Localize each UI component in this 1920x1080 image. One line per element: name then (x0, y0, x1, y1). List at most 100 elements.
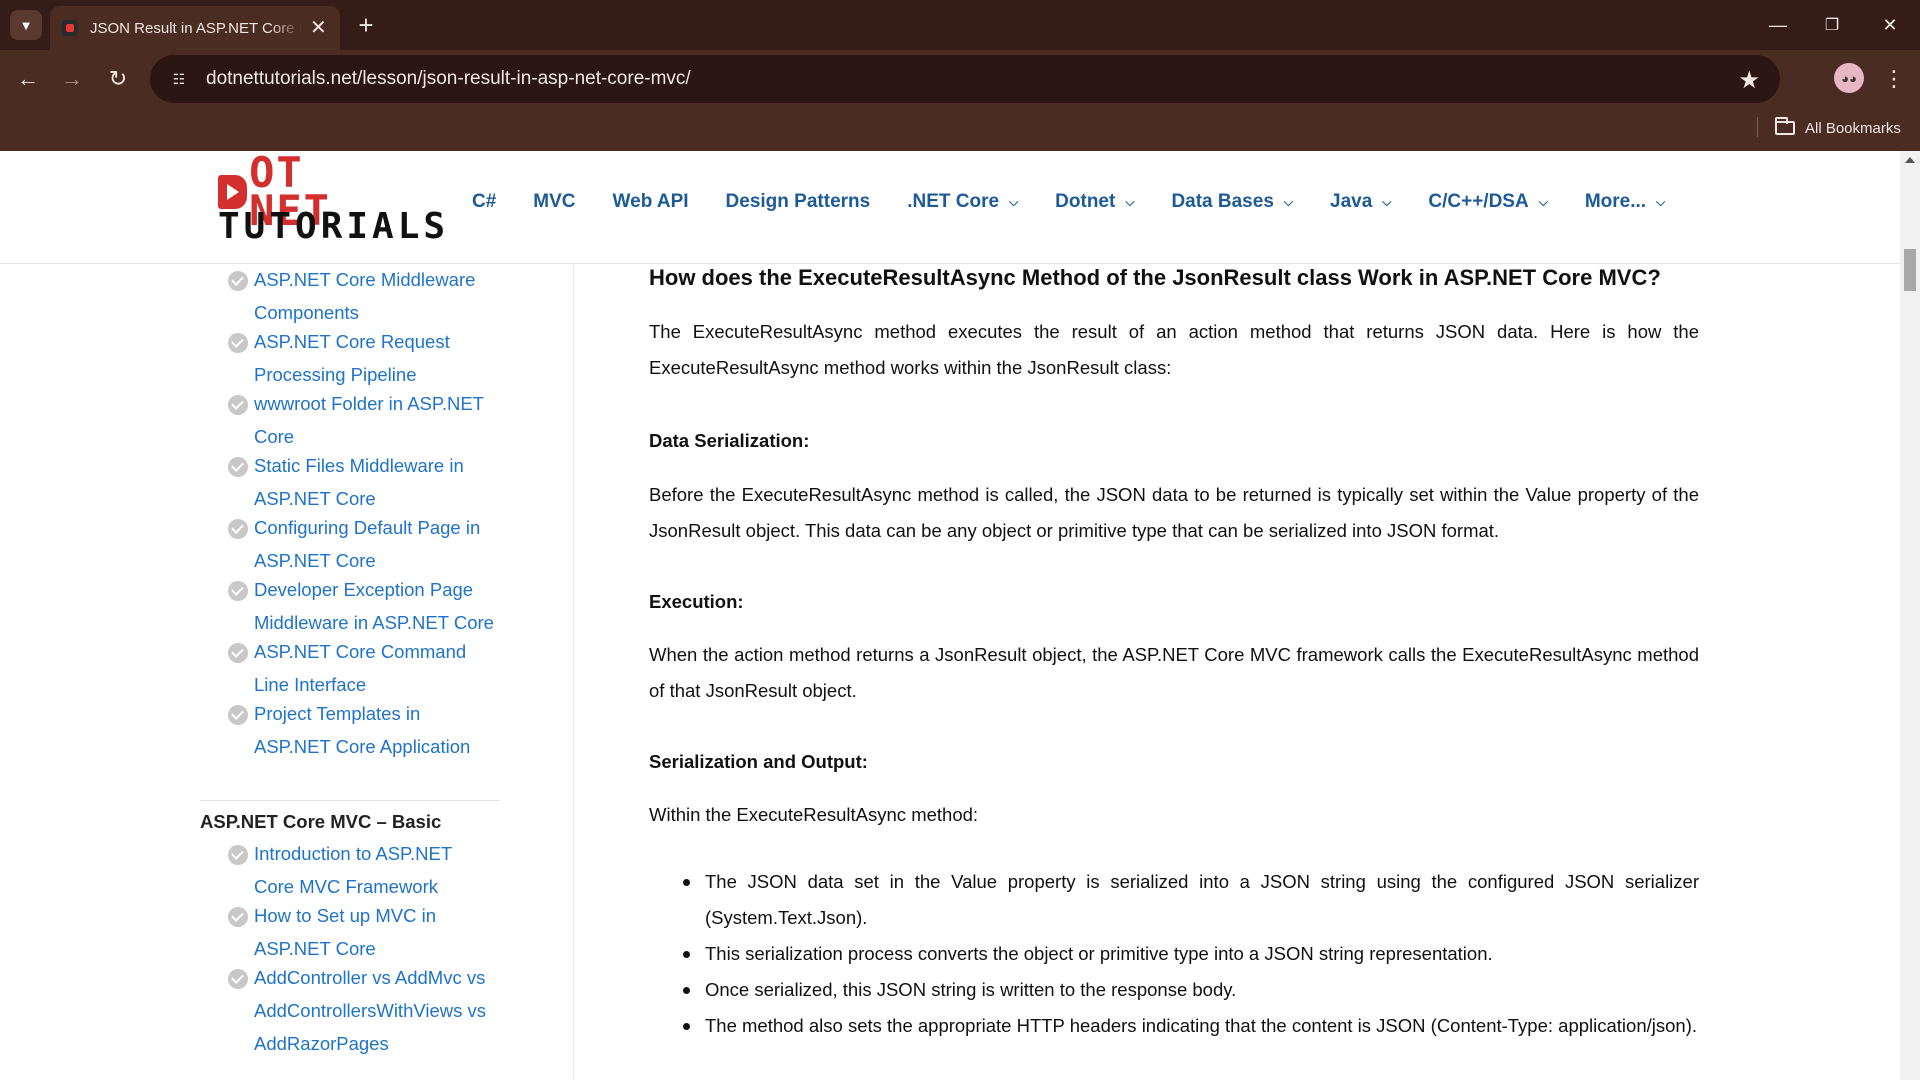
section-text-serialization-output: Within the ExecuteResultAsync method: (649, 804, 979, 825)
nav-design-patterns[interactable]: Design Patterns (726, 191, 871, 213)
browser-menu-icon[interactable]: ⋮ (1880, 63, 1908, 95)
sidebar-item[interactable]: How to Set up MVC in ASP.NET Core (228, 903, 500, 965)
bullet-list: The JSON data set in the Value property … (683, 864, 1699, 1044)
url-text[interactable]: dotnettutorials.net/lesson/json-result-i… (206, 68, 691, 90)
sidebar-item[interactable]: Project Templates in ASP.NET Core Applica… (228, 701, 500, 763)
nav-dotnet-core[interactable]: .NET Core ⌵ (907, 191, 1018, 213)
sidebar-section-heading: ASP.NET Core MVC – Basic (200, 811, 442, 832)
all-bookmarks-button[interactable]: All Bookmarks (1775, 117, 1901, 139)
check-circle-icon (228, 969, 248, 989)
tab-search-chevron-icon[interactable]: ▼ (10, 10, 42, 40)
chevron-down-icon: ⌵ (1009, 194, 1019, 209)
list-item: The JSON data set in the Value property … (683, 864, 1699, 936)
forward-arrow-icon[interactable]: → (56, 63, 88, 95)
section-title-serialization-output: Serialization and Output: (649, 751, 868, 772)
check-circle-icon (228, 705, 248, 725)
sidebar-link: wwwroot Folder in ASP.NET Core (254, 393, 484, 447)
check-circle-icon (228, 581, 248, 601)
sidebar-link: ASP.NET Core Middleware Components (254, 269, 476, 323)
check-circle-icon (228, 643, 248, 663)
sidebar-link: Configuring Default Page in ASP.NET Core (254, 517, 481, 571)
nav-mvc[interactable]: MVC (533, 191, 575, 213)
nav-csharp[interactable]: C# (472, 191, 496, 213)
lesson-sidebar: ASP.NET Core Middleware Components ASP.NE… (0, 264, 574, 1080)
check-circle-icon (228, 333, 248, 353)
check-circle-icon (228, 395, 248, 415)
section-text-execution: When the action method returns a JsonRes… (649, 644, 1699, 701)
sidebar-link: ASP.NET Core Command Line Interface (254, 641, 467, 695)
page-scrollbar[interactable] (1900, 151, 1920, 1080)
check-circle-icon (228, 457, 248, 477)
tab-title: JSON Result in ASP.NET Core MVC (90, 19, 302, 37)
sidebar-item[interactable]: Introduction to ASP.NET Core MVC Framewor… (228, 841, 500, 903)
back-arrow-icon[interactable]: ← (12, 63, 44, 95)
sidebar-link: ASP.NET Core Request Processing Pipeline (254, 331, 450, 385)
sidebar-link: Static Files Middleware in ASP.NET Core (254, 455, 464, 509)
browser-toolbar: ← → ↻ ☷ dotnettutorials.net/lesson/json-… (0, 50, 1920, 108)
profile-avatar[interactable]: ◕◕ (1834, 63, 1864, 93)
sidebar-item[interactable]: ASP.NET Core Middleware Components (228, 267, 500, 329)
nav-data-bases[interactable]: Data Bases ⌵ (1171, 191, 1293, 213)
logo-d-play-icon (218, 175, 248, 209)
check-circle-icon (228, 907, 248, 927)
site-logo[interactable]: OT NET TUTORIALS (218, 152, 450, 247)
sidebar-list-bottom: Introduction to ASP.NET Core MVC Framewor… (228, 841, 500, 1060)
site-info-tune-icon[interactable]: ☷ (168, 68, 190, 90)
chevron-down-icon: ⌵ (1538, 194, 1548, 209)
section-title-execution: Execution: (649, 591, 744, 612)
list-item: The method also sets the appropriate HTT… (683, 1008, 1699, 1044)
reload-icon[interactable]: ↻ (102, 63, 134, 95)
chevron-down-icon: ⌵ (1656, 194, 1666, 209)
new-tab-plus-icon[interactable]: + (352, 10, 380, 40)
scroll-thumb[interactable] (1904, 249, 1916, 291)
scroll-up-arrow-icon[interactable] (1905, 157, 1915, 163)
sidebar-list-top: ASP.NET Core Middleware Components ASP.NE… (228, 267, 500, 763)
bookmarks-bar: All Bookmarks (0, 108, 1920, 151)
main-nav: C# MVC Web API Design Patterns .NET Core… (472, 191, 1702, 213)
section-title-data-serialization: Data Serialization: (649, 430, 810, 451)
sidebar-item[interactable]: ASP.NET Core Command Line Interface (228, 639, 500, 701)
chevron-down-icon: ⌵ (1382, 194, 1392, 209)
browser-tab-active[interactable]: JSON Result in ASP.NET Core MVC ✕ (50, 6, 340, 50)
window-close-icon[interactable]: ✕ (1866, 8, 1914, 42)
sidebar-item[interactable]: wwwroot Folder in ASP.NET Core (228, 391, 500, 453)
article-heading: How does the ExecuteResultAsync Method o… (649, 265, 1661, 290)
sidebar-item[interactable]: Configuring Default Page in ASP.NET Core (228, 515, 500, 577)
nav-c-cpp-dsa[interactable]: C/C++/DSA ⌵ (1428, 191, 1547, 213)
check-circle-icon (228, 519, 248, 539)
nav-more[interactable]: More... ⌵ (1585, 191, 1665, 213)
nav-java[interactable]: Java ⌵ (1330, 191, 1391, 213)
nav-dotnet[interactable]: Dotnet ⌵ (1055, 191, 1134, 213)
browser-chrome: ▼ JSON Result in ASP.NET Core MVC ✕ + — … (0, 0, 1920, 151)
restore-icon[interactable]: ❐ (1808, 8, 1856, 42)
bookmark-star-icon[interactable]: ★ (1738, 66, 1760, 95)
minimize-icon[interactable]: — (1754, 8, 1802, 42)
folder-icon (1775, 117, 1795, 135)
sidebar-link: How to Set up MVC in ASP.NET Core (254, 905, 436, 959)
site-header: OT NET TUTORIALS C# MVC Web API Design P… (0, 151, 1900, 264)
logo-line2: TUTORIALS (218, 206, 450, 247)
list-item: This serialization process converts the … (683, 936, 1699, 972)
list-item: Once serialized, this JSON string is wri… (683, 972, 1699, 1008)
sidebar-link: AddController vs AddMvc vs AddControllers… (254, 967, 487, 1054)
section-text-data-serialization: Before the ExecuteResultAsync method is … (649, 484, 1699, 541)
sidebar-divider (200, 800, 500, 801)
chevron-down-icon: ⌵ (1283, 194, 1293, 209)
sidebar-link: Introduction to ASP.NET Core MVC Framewor… (254, 843, 453, 897)
sidebar-link: Developer Exception Page Middleware in AS… (254, 579, 494, 633)
bookmarks-separator (1757, 117, 1758, 137)
check-circle-icon (228, 271, 248, 291)
tab-close-icon[interactable]: ✕ (310, 18, 327, 38)
sidebar-item[interactable]: ASP.NET Core Request Processing Pipeline (228, 329, 500, 391)
nav-web-api[interactable]: Web API (613, 191, 689, 213)
address-bar[interactable]: ☷ dotnettutorials.net/lesson/json-result… (150, 55, 1780, 103)
site-favicon-icon (62, 20, 78, 36)
sidebar-item[interactable]: Developer Exception Page Middleware in AS… (228, 577, 500, 639)
web-page: OT NET TUTORIALS C# MVC Web API Design P… (0, 151, 1900, 1080)
sidebar-link: Project Templates in ASP.NET Core Applica… (254, 703, 471, 757)
check-circle-icon (228, 845, 248, 865)
sidebar-item[interactable]: Static Files Middleware in ASP.NET Core (228, 453, 500, 515)
article-intro: The ExecuteResultAsync method executes t… (649, 321, 1699, 378)
all-bookmarks-label: All Bookmarks (1805, 119, 1901, 137)
sidebar-item[interactable]: AddController vs AddMvc vs AddControllers… (228, 965, 500, 1060)
